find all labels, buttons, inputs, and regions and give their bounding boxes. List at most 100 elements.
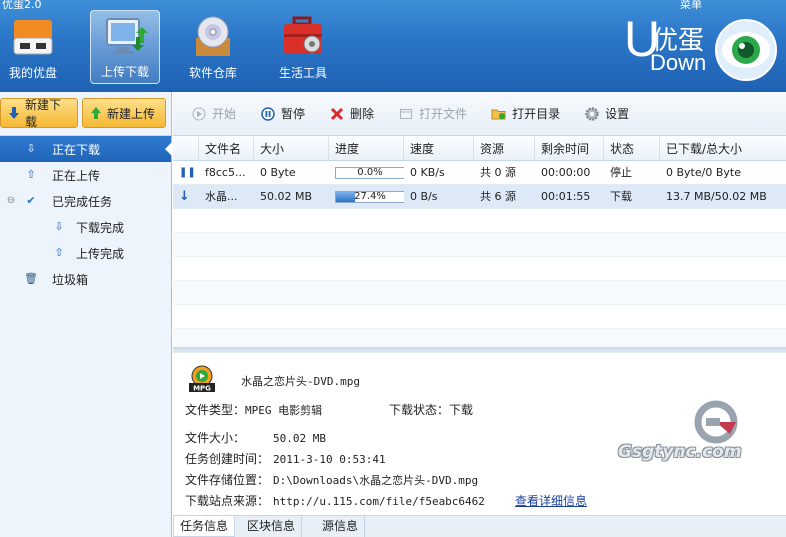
menu-link[interactable]: 菜单	[680, 0, 702, 12]
cell-name: 水晶...	[205, 190, 238, 203]
new-buttons: 新建下载 新建上传	[0, 92, 171, 136]
dl-status-label: 下载状态：	[389, 403, 450, 417]
cell-remaining: 00:00:00	[541, 166, 591, 179]
pause-label: 暂停	[281, 107, 306, 121]
source-label: 下载站点来源：	[185, 494, 270, 508]
tree-label: 垃圾箱	[52, 272, 89, 287]
open-file-button[interactable]: 打开文件	[398, 105, 467, 122]
tree-item-download-done[interactable]: ⇩ 下载完成	[0, 214, 171, 240]
tab-source-info[interactable]: 源信息	[316, 516, 366, 537]
col-name[interactable]: 文件名	[199, 137, 254, 160]
detail-dl-status: 下载状态：下载	[389, 401, 473, 418]
download-arrow-icon: ↓	[179, 189, 190, 204]
progress-text: 27.4%	[354, 191, 386, 202]
cell-source: 共 0 源	[480, 166, 516, 179]
file-type-label: 文件类型：	[185, 403, 246, 417]
open-dir-label: 打开目录	[512, 107, 561, 121]
new-upload-label: 新建上传	[107, 106, 156, 121]
tree-label: 上传完成	[76, 246, 125, 261]
details-link-row: 查看详细信息	[515, 492, 587, 509]
play-icon	[191, 106, 207, 122]
col-speed[interactable]: 速度	[404, 137, 474, 160]
logo-down: Down	[650, 50, 707, 75]
upload-done-icon: ⇧	[54, 246, 64, 259]
cell-remaining: 00:01:55	[541, 190, 591, 203]
table-row[interactable]: ❚❚ f8cc5... 0 Byte 0.0% 0 KB/s 共 0 源 00:…	[173, 161, 786, 185]
nav-label: 上传下载	[100, 65, 149, 79]
tree-item-uploading[interactable]: ⇧ 正在上传	[0, 162, 171, 188]
progress-bar: 27.4%	[335, 191, 404, 203]
col-remaining[interactable]: 剩余时间	[535, 137, 604, 160]
svg-text:MPG: MPG	[193, 385, 211, 393]
progress-text: 0.0%	[357, 167, 383, 178]
check-icon: ✔	[26, 194, 36, 207]
tree-label: 已完成任务	[52, 194, 113, 209]
delete-label: 删除	[350, 107, 375, 121]
dl-status-value: 下载	[449, 403, 474, 417]
progress-bar: 0.0%	[335, 167, 404, 179]
start-button[interactable]: 开始	[191, 105, 236, 122]
tree-item-upload-done[interactable]: ⇧ 上传完成	[0, 240, 171, 266]
tree-item-downloading[interactable]: ⇩ 正在下载	[0, 136, 172, 162]
detail-location: 文件存储位置： D:\Downloads\水晶之恋片头-DVD.mpg	[185, 471, 478, 488]
new-upload-button[interactable]: 新建上传	[82, 98, 166, 128]
watermark-logo: Gsgtync.com	[618, 400, 758, 470]
open-dir-button[interactable]: 打开目录	[491, 105, 560, 122]
created-value: 2011-3-10 0:53:41	[273, 453, 386, 466]
pause-button[interactable]: 暂停	[260, 105, 305, 122]
new-download-icon	[7, 106, 21, 120]
settings-button[interactable]: 设置	[584, 105, 629, 122]
col-source[interactable]: 资源	[474, 137, 535, 160]
col-icon	[173, 137, 199, 160]
col-progress[interactable]: 进度	[329, 137, 404, 160]
empty-rows	[173, 209, 786, 353]
monitor-transfer-icon	[102, 15, 148, 61]
filename-value: 水晶之恋片头-DVD.mpg	[241, 375, 360, 388]
empty-row	[173, 257, 786, 281]
delete-x-icon	[329, 106, 345, 122]
settings-label: 设置	[605, 107, 630, 121]
tab-task-info[interactable]: 任务信息	[173, 516, 236, 537]
nav-software-store[interactable]: 软件仓库	[178, 10, 248, 84]
col-downloaded[interactable]: 已下载/总大小	[660, 137, 786, 160]
nav-life-tools[interactable]: 生活工具	[268, 10, 338, 84]
toolbox-icon	[280, 14, 326, 60]
left-panel: 新建下载 新建上传 ⇩ 正在下载 ⇧ 正在上传 ⊖ ✔ 已完成任务 ⇩ 下载完成…	[0, 92, 172, 537]
detail-size: 文件大小： 50.02 MB	[185, 429, 326, 446]
new-download-label: 新建下载	[25, 98, 62, 129]
view-details-link[interactable]: 查看详细信息	[515, 494, 587, 508]
file-icon	[398, 106, 414, 122]
location-label: 文件存储位置：	[185, 473, 270, 487]
empty-row	[173, 281, 786, 305]
cell-status: 下载	[610, 190, 632, 203]
size-value: 50.02 MB	[273, 432, 326, 445]
collapse-icon[interactable]: ⊖	[4, 194, 18, 208]
location-value: D:\Downloads\水晶之恋片头-DVD.mpg	[273, 474, 479, 487]
new-download-button[interactable]: 新建下载	[0, 98, 78, 129]
new-upload-icon	[89, 106, 103, 120]
task-table: 文件名 大小 进度 速度 资源 剩余时间 状态 已下载/总大小 ❚❚ f8cc5…	[173, 137, 786, 353]
nav-my-udisk[interactable]: 我的优盘	[0, 10, 68, 84]
top-banner: 优蛋2.0 菜单 我的优盘 上传下载 软件仓库 生活工具 U 优蛋 Down	[0, 0, 786, 92]
upload-arrow-icon: ⇧	[26, 168, 36, 181]
toolbar: 开始 暂停 删除 打开文件 打开目录 设置	[173, 92, 786, 136]
detail-created: 任务创建时间： 2011-3-10 0:53:41	[185, 450, 386, 467]
detail-source: 下载站点来源： http://u.115.com/file/f5eabc6462	[185, 492, 485, 509]
tab-block-info[interactable]: 区块信息	[241, 516, 303, 537]
nav-upload-download[interactable]: 上传下载	[90, 10, 160, 84]
col-status[interactable]: 状态	[604, 137, 660, 160]
col-size[interactable]: 大小	[254, 137, 329, 160]
tree-item-trash[interactable]: 🗑 垃圾箱	[0, 266, 171, 292]
tree-item-completed[interactable]: ⊖ ✔ 已完成任务	[0, 188, 171, 214]
delete-button[interactable]: 删除	[329, 105, 374, 122]
start-label: 开始	[212, 107, 237, 121]
cell-name: f8cc5...	[205, 166, 246, 179]
detail-filename: 水晶之恋片头-DVD.mpg	[241, 373, 360, 389]
disc-box-icon	[190, 14, 236, 60]
cell-downloaded: 13.7 MB/50.02 MB	[666, 190, 767, 203]
table-row[interactable]: ↓ 水晶... 50.02 MB 27.4% 0 B/s 共 6 源 00:01…	[173, 185, 786, 209]
download-arrow-icon: ⇩	[26, 142, 36, 155]
cell-size: 50.02 MB	[260, 190, 313, 203]
cell-progress: 27.4%	[329, 185, 404, 208]
bottom-tabs: 任务信息 区块信息 源信息	[173, 515, 786, 537]
